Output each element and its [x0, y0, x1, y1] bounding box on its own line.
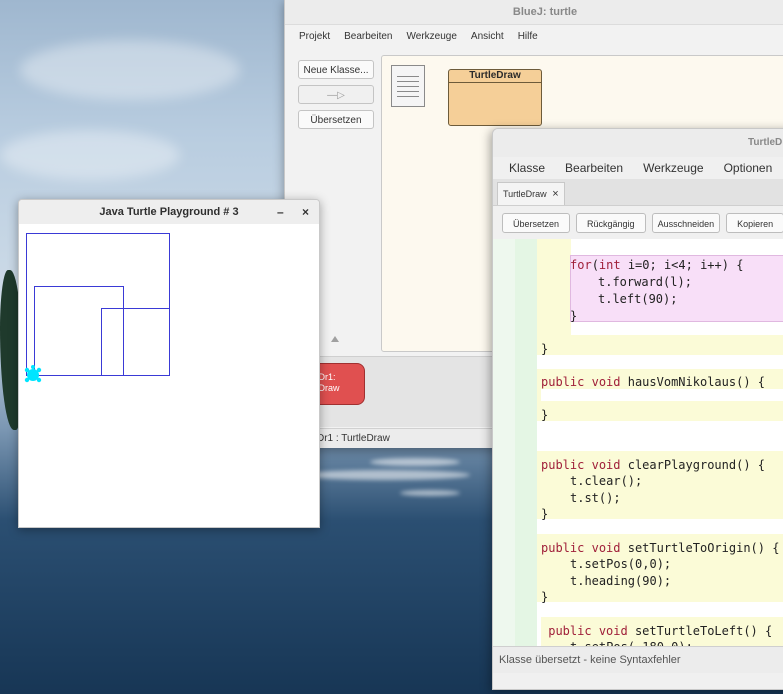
bluej-toolbar: Neue Klasse... —▷ Übersetzen	[298, 60, 374, 135]
turtle-playground-window: Java Turtle Playground # 3 – ×	[18, 199, 320, 528]
new-class-button[interactable]: Neue Klasse...	[298, 60, 374, 79]
square-large	[26, 233, 170, 376]
compile-button[interactable]: Übersetzen	[298, 110, 374, 129]
copy-button[interactable]: Kopieren	[726, 213, 783, 233]
code-line[interactable]: public void hausVomNikolaus() {	[541, 375, 765, 389]
menu-bearbeiten[interactable]: Bearbeiten	[565, 161, 623, 175]
code-line[interactable]: t.forward(l);	[598, 275, 692, 289]
square-small	[101, 308, 170, 376]
turtle-canvas	[24, 233, 170, 383]
tab-label: TurtleDraw	[503, 189, 547, 199]
code-line[interactable]: for(int i=0; i<4; i++) {	[570, 258, 743, 272]
cut-button[interactable]: Ausschneiden	[651, 213, 721, 233]
editor-menubar: Klasse Bearbeiten Werkzeuge Optionen	[493, 157, 783, 179]
tab-turtledraw[interactable]: TurtleDraw ×	[497, 182, 565, 205]
menu-optionen[interactable]: Optionen	[724, 161, 773, 175]
scope-gutter	[515, 239, 537, 646]
menu-projekt[interactable]: Projekt	[299, 31, 330, 42]
compile-button[interactable]: Übersetzen	[502, 213, 571, 233]
code-line[interactable]: t.clear();	[570, 474, 642, 488]
scroll-up-icon[interactable]	[331, 336, 339, 342]
code-line[interactable]: public void clearPlayground() {	[541, 458, 765, 472]
bluej-title: BlueJ: turtle	[285, 0, 783, 25]
code-line[interactable]: t.left(90);	[598, 292, 677, 306]
bluej-menubar: Projekt Bearbeiten Werkzeuge Ansicht Hil…	[285, 25, 783, 47]
inheritance-arrow-button[interactable]: —▷	[298, 85, 374, 104]
code-line[interactable]: t.st();	[570, 491, 621, 505]
cloud	[20, 40, 240, 100]
line-gutter	[493, 239, 516, 646]
menu-ansicht[interactable]: Ansicht	[471, 31, 504, 42]
surf	[400, 490, 460, 496]
editor-title: TurtleD	[493, 129, 783, 157]
editor-toolbar: Übersetzen Rückgängig Ausschneiden Kopie…	[493, 206, 783, 240]
editor-window: TurtleD Klasse Bearbeiten Werkzeuge Opti…	[492, 128, 783, 690]
editor-tabs: TurtleDraw ×	[493, 179, 783, 206]
menu-klasse[interactable]: Klasse	[509, 161, 545, 175]
turtle-marker	[24, 365, 42, 383]
close-icon[interactable]: ×	[302, 200, 309, 224]
class-turtledraw[interactable]: TurtleDraw	[448, 69, 542, 126]
menu-bearbeiten[interactable]: Bearbeiten	[344, 31, 392, 42]
scope-band	[541, 389, 783, 401]
code-line[interactable]: }	[541, 590, 548, 604]
code-line[interactable]: public void setTurtleToLeft() {	[541, 624, 772, 638]
code-line[interactable]: t.setPos(0,0);	[570, 557, 671, 571]
cloud	[0, 130, 180, 180]
code-line[interactable]: }	[570, 309, 577, 323]
surf	[370, 458, 460, 466]
square-medium	[34, 286, 124, 376]
code-area[interactable]: for(int i=0; i<4; i++) { t.forward(l); t.l…	[493, 239, 783, 646]
code-line[interactable]: }	[541, 342, 548, 356]
menu-hilfe[interactable]: Hilfe	[518, 31, 538, 42]
surf	[300, 470, 470, 480]
menu-werkzeuge[interactable]: Werkzeuge	[407, 31, 457, 42]
editor-status: Klasse übersetzt - keine Syntaxfehler	[493, 646, 783, 673]
code-line[interactable]: public void setTurtleToOrigin() {	[541, 541, 779, 555]
readme-document-icon[interactable]	[391, 65, 425, 107]
turtle-titlebar: Java Turtle Playground # 3 – ×	[19, 200, 319, 224]
minimize-icon[interactable]: –	[277, 200, 284, 224]
tab-close-icon[interactable]: ×	[552, 188, 558, 200]
undo-button[interactable]: Rückgängig	[576, 213, 646, 233]
code-line[interactable]: t.heading(90);	[570, 574, 671, 588]
turtle-title: Java Turtle Playground # 3	[99, 206, 239, 218]
code-line[interactable]: }	[541, 408, 548, 422]
menu-werkzeuge[interactable]: Werkzeuge	[643, 161, 703, 175]
class-name: TurtleDraw	[449, 70, 541, 83]
code-line[interactable]: }	[541, 507, 548, 521]
